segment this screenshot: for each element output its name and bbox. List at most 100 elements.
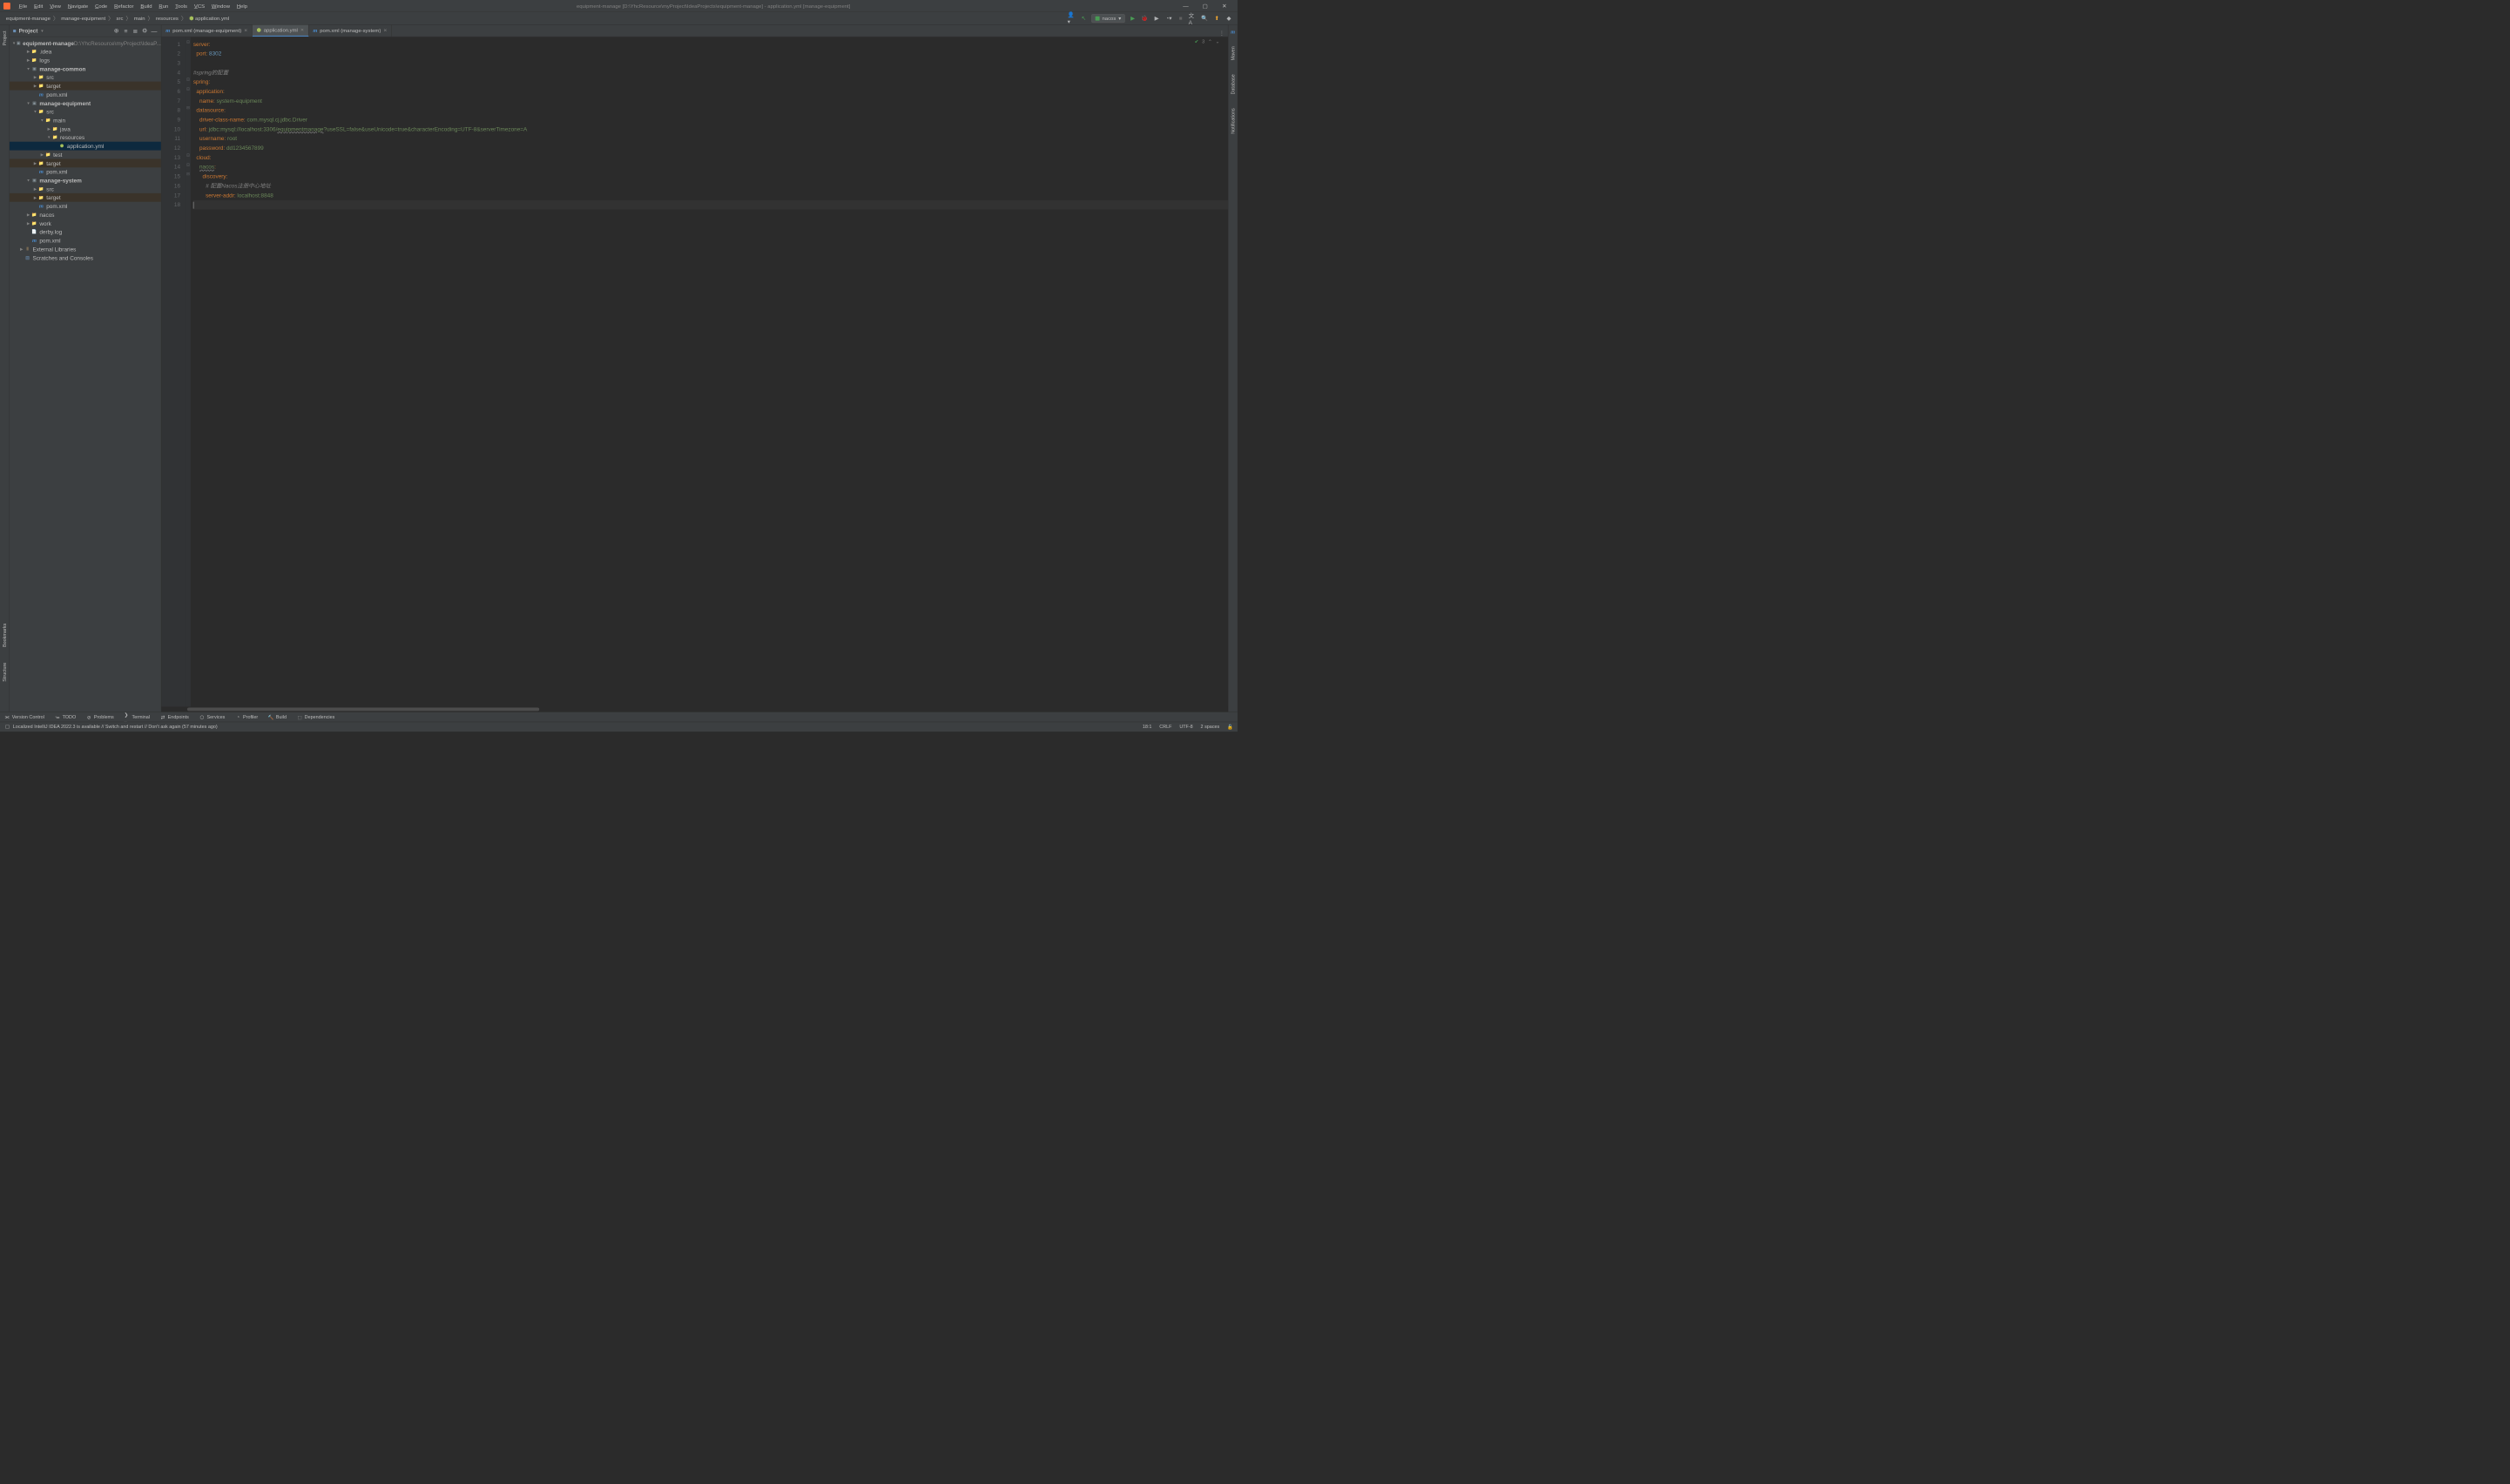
close-button[interactable]: ✕ [1215,0,1234,12]
run-config-selector[interactable]: nacos ▾ [1091,14,1124,23]
debug-button[interactable]: 🐞 [1140,14,1149,23]
file-encoding[interactable]: UTF-8 [1179,724,1192,729]
tree-item[interactable]: ▼▣manage-common [10,64,161,73]
menu-tools[interactable]: Tools [172,2,191,10]
breadcrumb-item[interactable]: src [115,16,125,22]
caret-position[interactable]: 18:1 [1143,724,1152,729]
select-opened-file-icon[interactable]: ⊕ [113,27,120,34]
tool-structure[interactable]: Structure [2,660,7,685]
editor-tab[interactable]: mpom.xml (manage-system)✕ [308,25,391,37]
tool-bookmarks[interactable]: Bookmarks [2,621,7,650]
project-panel-title[interactable]: ■ Project ▼ [13,28,44,34]
status-message[interactable]: Localized IntelliJ IDEA 2022.3 is availa… [13,725,218,730]
close-tab-icon[interactable]: ✕ [383,28,387,32]
collapse-all-icon[interactable]: ≣ [132,27,138,34]
menu-window[interactable]: Window [208,2,233,10]
tool-project[interactable]: Project [2,29,7,49]
toolwindow-dependencies[interactable]: ⬚Dependencies [297,714,335,719]
tree-item[interactable]: mpom.xml [10,167,161,176]
tree-item[interactable]: ▶📁target [10,193,161,202]
tree-item[interactable]: ▧Scratches and Consoles [10,253,161,262]
tree-item[interactable]: mpom.xml [10,91,161,99]
tree-item[interactable]: ▼▣manage-system [10,176,161,185]
toolwindow-endpoints[interactable]: ⇄Endpoints [160,714,189,719]
line-separator[interactable]: CRLF [1159,724,1171,729]
inspection-widget[interactable]: ✔3 ⌃⌄ [1195,38,1219,44]
tree-item[interactable]: 📄derby.log [10,227,161,236]
jetbrains-icon[interactable]: ◆ [1225,14,1233,23]
tree-item[interactable]: ▶📁.idea [10,47,161,56]
settings-icon[interactable]: ⚙ [141,27,148,34]
title-bar: FileEditViewNavigateCodeRefactorBuildRun… [0,0,1238,12]
close-tab-icon[interactable]: ✕ [244,28,247,32]
main-menu: FileEditViewNavigateCodeRefactorBuildRun… [16,2,251,10]
toolwindow-profiler[interactable]: ◔Profiler [235,714,258,719]
tree-item[interactable]: ⬢application.yml [10,142,161,151]
indent-setting[interactable]: 2 spaces [1201,724,1220,729]
run-button[interactable]: ▶ [1129,14,1137,23]
menu-code[interactable]: Code [91,2,111,10]
breadcrumb-item[interactable]: manage-equipment [59,16,107,22]
stop-button[interactable]: ■ [1177,14,1185,23]
readonly-icon[interactable]: 🔓 [1227,724,1233,729]
menu-refactor[interactable]: Refactor [111,2,137,10]
maven-icon[interactable]: m [1231,29,1235,36]
run-coverage-button[interactable]: ▶ [1152,14,1161,23]
menu-build[interactable]: Build [137,2,155,10]
toolwindow-version-control[interactable]: ⫘Version Control [4,714,44,719]
tree-item[interactable]: ▼▣manage-equipment [10,98,161,107]
menu-edit[interactable]: Edit [30,2,46,10]
toolwindow-todo[interactable]: ≔TODO [55,714,76,719]
expand-all-icon[interactable]: ≡ [123,27,130,34]
tree-item[interactable]: ▼📁src [10,107,161,116]
breadcrumb-item[interactable]: resources [154,16,180,22]
tree-item[interactable]: mpom.xml [10,202,161,211]
tree-item[interactable]: ▶📁src [10,73,161,82]
tree-item[interactable]: ▶📁work [10,219,161,227]
menu-run[interactable]: Run [155,2,172,10]
toolwindow-services[interactable]: ⬡Services [199,714,226,719]
user-icon[interactable]: 👤▾ [1068,14,1076,23]
tree-item[interactable]: ▶📁target [10,82,161,91]
tree-item[interactable]: ▶📁test [10,151,161,159]
menu-navigate[interactable]: Navigate [64,2,91,10]
breadcrumb-item[interactable]: equipment-manage [4,16,52,22]
tree-item[interactable]: ▼📁resources [10,133,161,142]
tool-notifications[interactable]: Notifications [1231,105,1236,136]
tree-item[interactable]: ▶📁java [10,125,161,133]
menu-help[interactable]: Help [233,2,251,10]
toolwindow-problems[interactable]: ⊘Problems [86,714,114,719]
tabs-more-icon[interactable]: ⋮ [1216,30,1228,37]
toolwindow-terminal[interactable]: ❯_Terminal [125,714,150,719]
ide-update-icon[interactable]: ⬆ [1212,14,1221,23]
minimize-button[interactable]: — [1176,0,1195,12]
profile-button[interactable]: ◔▾ [1164,14,1173,23]
menu-view[interactable]: View [46,2,64,10]
maximize-button[interactable]: ▢ [1196,0,1215,12]
tree-item[interactable]: ▶⫴External Libraries [10,245,161,253]
code-editor[interactable]: server: port: 8302#spring的配置spring: appl… [191,37,1228,706]
tree-root[interactable]: ▼▣equipment-manage D:\YhcResource\myProj… [10,38,161,47]
tree-item[interactable]: mpom.xml [10,236,161,245]
breadcrumb-item[interactable]: main [132,16,147,22]
hide-panel-icon[interactable]: — [151,27,158,34]
tree-item[interactable]: ▶📁logs [10,56,161,64]
line-gutter[interactable]: 123456789101112131415161718 [161,37,186,706]
translate-icon[interactable]: 文A [1189,14,1198,23]
tool-maven[interactable]: Maven [1231,44,1236,63]
tool-database[interactable]: Database [1231,71,1236,97]
toolwindow-build[interactable]: 🔨Build [268,714,287,719]
project-tree[interactable]: ▼▣equipment-manage D:\YhcResource\myProj… [10,37,161,712]
tree-item[interactable]: ▶📁nacos [10,211,161,219]
breadcrumb-item[interactable]: ⬢ application.yml [187,16,231,22]
editor-tab[interactable]: mpom.xml (manage-equipment)✕ [161,25,252,37]
tree-item[interactable]: ▶📁target [10,159,161,167]
tree-item[interactable]: ▶📁src [10,185,161,193]
tree-item[interactable]: ▼📁main [10,116,161,125]
menu-vcs[interactable]: VCS [191,2,208,10]
search-icon[interactable]: 🔍 [1200,14,1209,23]
editor-tab[interactable]: ⬢application.yml✕ [253,25,309,37]
back-icon[interactable]: ↖ [1079,14,1088,23]
close-tab-icon[interactable]: ✕ [300,28,304,32]
menu-file[interactable]: File [16,2,30,10]
